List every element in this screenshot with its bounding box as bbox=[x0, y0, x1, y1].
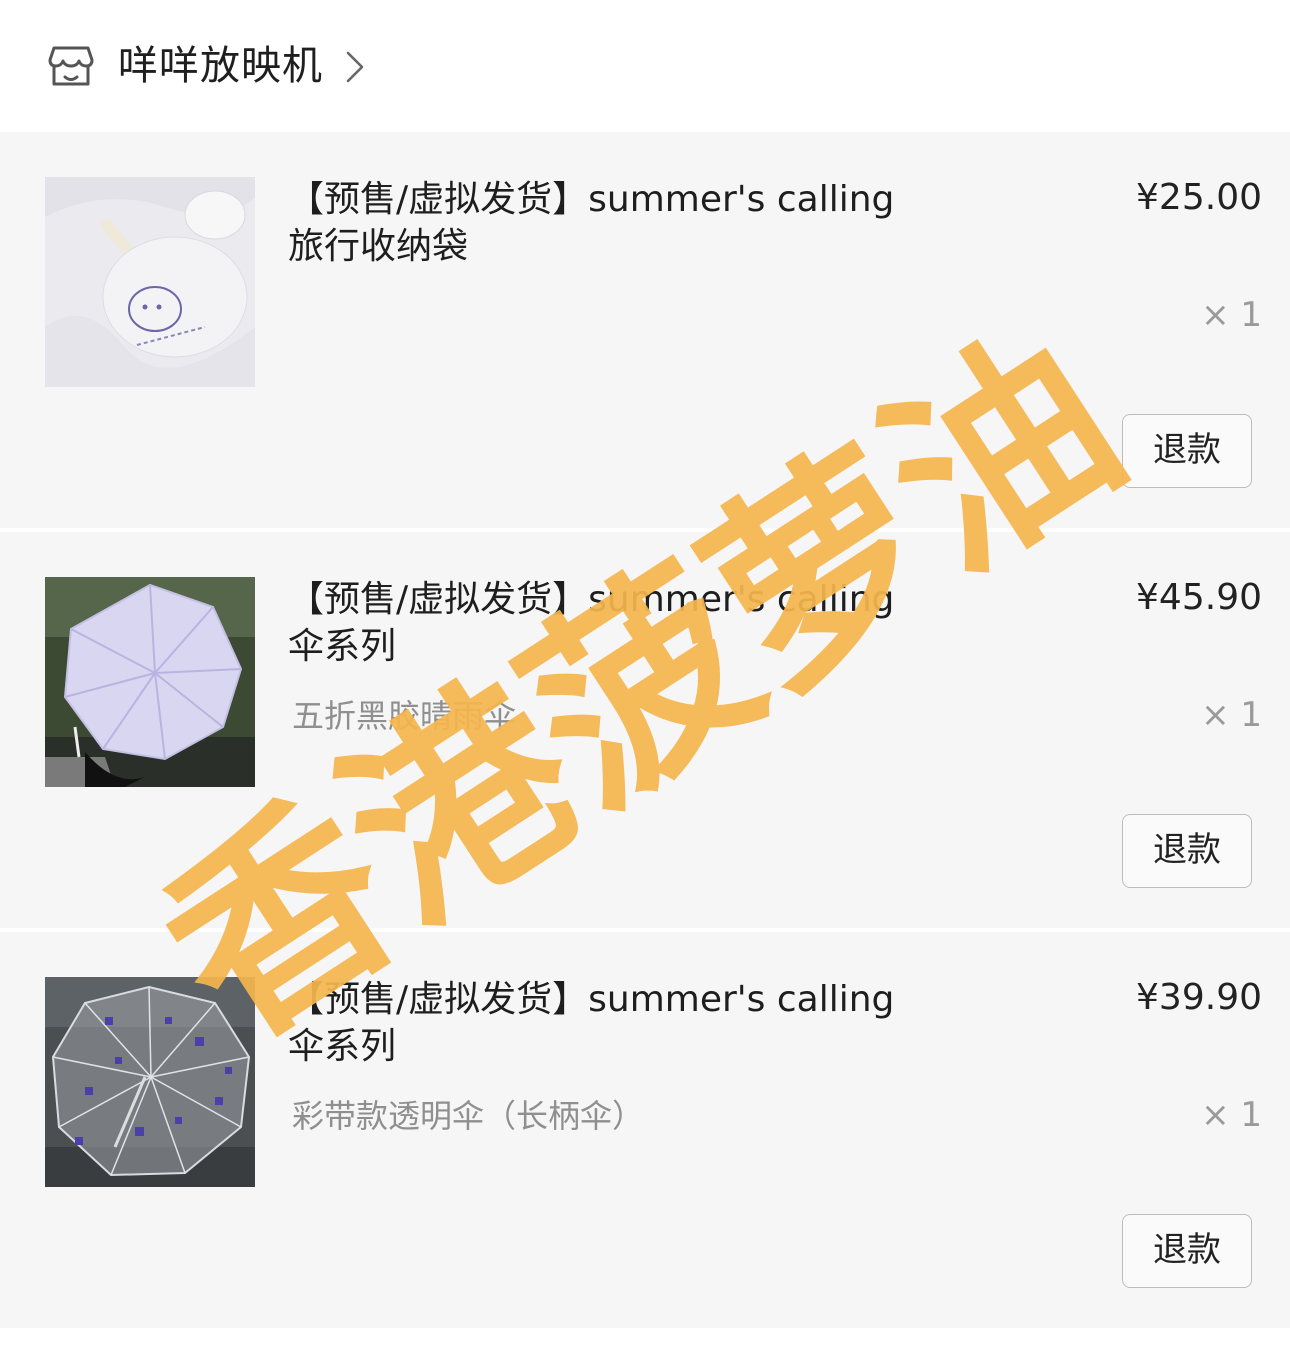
product-title-line-1[interactable]: 【预售/虚拟发货】summer's calling bbox=[288, 976, 928, 1023]
product-title-line-2[interactable]: 旅行收纳袋 bbox=[288, 223, 928, 270]
refund-button[interactable]: 退款 bbox=[1122, 814, 1252, 888]
product-image-clear-umbrella[interactable] bbox=[45, 977, 255, 1187]
product-variant: 五折黑胶晴雨伞 bbox=[292, 697, 517, 735]
product-quantity: × 1 bbox=[1201, 695, 1262, 735]
product-title[interactable]: 【预售/虚拟发货】summer's calling 伞系列 bbox=[288, 976, 928, 1070]
product-image-folding-umbrella[interactable] bbox=[45, 577, 255, 787]
store-icon bbox=[48, 46, 94, 86]
order-item-folding-umbrella[interactable]: 【预售/虚拟发货】summer's calling 伞系列 五折黑胶晴雨伞 ¥4… bbox=[0, 532, 1290, 928]
product-price: ¥45.90 bbox=[1136, 577, 1262, 618]
order-item-travel-bag[interactable]: 【预售/虚拟发货】summer's calling 旅行收纳袋 ¥25.00 ×… bbox=[0, 132, 1290, 528]
product-title-line-2[interactable]: 伞系列 bbox=[288, 1023, 928, 1070]
chevron-right-icon[interactable] bbox=[344, 50, 366, 84]
refund-button[interactable]: 退款 bbox=[1122, 414, 1252, 488]
product-title-line-2[interactable]: 伞系列 bbox=[288, 623, 928, 670]
product-title[interactable]: 【预售/虚拟发货】summer's calling 旅行收纳袋 bbox=[288, 176, 928, 270]
shop-name[interactable]: 咩咩放映机 bbox=[118, 38, 323, 94]
product-price: ¥39.90 bbox=[1136, 977, 1262, 1018]
product-title-line-1[interactable]: 【预售/虚拟发货】summer's calling bbox=[288, 576, 928, 623]
refund-button[interactable]: 退款 bbox=[1122, 1214, 1252, 1288]
product-image-travel-bag[interactable] bbox=[45, 177, 255, 387]
product-title[interactable]: 【预售/虚拟发货】summer's calling 伞系列 bbox=[288, 576, 928, 670]
product-price: ¥25.00 bbox=[1136, 177, 1262, 218]
product-quantity: × 1 bbox=[1201, 295, 1262, 335]
shop-header[interactable]: 咩咩放映机 bbox=[0, 0, 1290, 132]
product-quantity: × 1 bbox=[1201, 1095, 1262, 1135]
product-title-line-1[interactable]: 【预售/虚拟发货】summer's calling bbox=[288, 176, 928, 223]
product-variant: 彩带款透明伞（长柄伞） bbox=[292, 1097, 645, 1135]
order-item-clear-umbrella[interactable]: 【预售/虚拟发货】summer's calling 伞系列 彩带款透明伞（长柄伞… bbox=[0, 932, 1290, 1328]
